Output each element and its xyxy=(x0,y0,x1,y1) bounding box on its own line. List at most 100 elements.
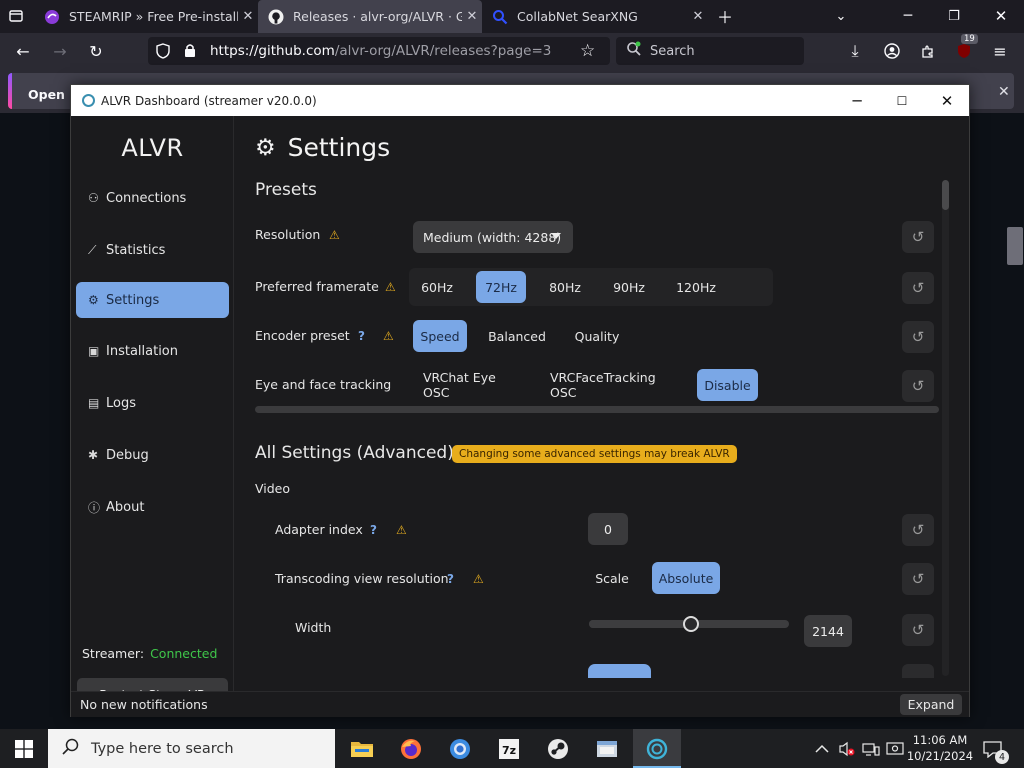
alvr-app-icon xyxy=(82,94,95,107)
framerate-option-72hz[interactable]: 72Hz xyxy=(476,271,526,303)
firefox-view-icon[interactable] xyxy=(2,2,30,30)
search-bar[interactable]: Search xyxy=(616,37,804,65)
reset-width-button[interactable]: ↺ xyxy=(902,614,934,646)
app-window-icon[interactable] xyxy=(583,729,631,768)
steam-icon[interactable] xyxy=(534,729,582,768)
tab-searxng[interactable]: CollabNet SearXNG ✕ xyxy=(482,0,708,33)
sidebar: ALVR ⚇ Connections ⟋ Statistics ⚙ Settin… xyxy=(71,116,234,711)
windows-start-icon[interactable] xyxy=(0,729,48,768)
sidebar-item-installation[interactable]: ▣ Installation xyxy=(76,333,229,369)
framerate-option-120hz[interactable]: 120Hz xyxy=(667,271,725,303)
downloads-icon[interactable]: ⤓ xyxy=(841,37,869,65)
framerate-option-80hz[interactable]: 80Hz xyxy=(540,271,590,303)
encoder-preset-label: Encoder preset xyxy=(255,328,350,343)
presets-horizontal-scrollbar[interactable] xyxy=(255,406,939,413)
close-tab-icon[interactable]: ✕ xyxy=(238,9,258,24)
resolution-label: Resolution xyxy=(255,227,321,242)
sidebar-item-logs[interactable]: ▤ Logs xyxy=(76,385,229,421)
framerate-option-60hz[interactable]: 60Hz xyxy=(413,271,461,303)
reset-adapter-index-button[interactable]: ↺ xyxy=(902,514,934,546)
resolution-dropdown[interactable]: Medium (width: 4288) xyxy=(413,221,573,253)
help-icon[interactable]: ? xyxy=(358,329,365,343)
reset-transcoding-button[interactable]: ↺ xyxy=(902,563,934,595)
window-minimize-icon[interactable]: ─ xyxy=(834,85,880,116)
logs-icon: ▤ xyxy=(88,396,100,410)
taskbar-search-box[interactable]: Type here to search xyxy=(48,729,335,768)
reset-framerate-button[interactable]: ↺ xyxy=(902,272,934,304)
show-hidden-icons-chevron[interactable] xyxy=(815,729,829,768)
network-icon[interactable] xyxy=(862,729,880,768)
browser-tab-bar: STEAMRIP » Free Pre-installed St ✕ Relea… xyxy=(0,0,1024,33)
encoder-option-speed[interactable]: Speed xyxy=(413,320,467,352)
video-section-label: Video xyxy=(255,481,291,496)
tab-steamrip[interactable]: STEAMRIP » Free Pre-installed St ✕ xyxy=(34,0,258,33)
reset-tracking-button[interactable]: ↺ xyxy=(902,370,934,402)
extensions-icon[interactable] xyxy=(914,37,942,65)
shield-icon[interactable] xyxy=(156,43,170,63)
sidebar-item-connections[interactable]: ⚇ Connections xyxy=(76,180,229,216)
window-titlebar[interactable]: ALVR Dashboard (streamer v20.0.0) ─ ☐ ✕ xyxy=(71,85,969,116)
notification-status-bar: No new notifications Expand xyxy=(71,691,969,717)
firefox-icon[interactable] xyxy=(387,729,435,768)
url-bar[interactable]: https://github.com/alvr-org/ALVR/release… xyxy=(148,37,610,65)
transcoding-option-absolute[interactable]: Absolute xyxy=(652,562,720,594)
minimize-icon[interactable]: ─ xyxy=(894,2,922,30)
close-window-icon[interactable]: ✕ xyxy=(987,2,1015,30)
expand-button[interactable]: Expand xyxy=(900,694,962,715)
tracking-option-vrchat-eye-osc[interactable]: VRChat Eye OSC xyxy=(413,369,525,401)
tracking-option-disable[interactable]: Disable xyxy=(697,369,758,401)
help-icon[interactable]: ? xyxy=(447,572,454,586)
window-maximize-icon[interactable]: ☐ xyxy=(879,85,925,116)
sidebar-item-debug[interactable]: ✱ Debug xyxy=(76,437,229,473)
transcoding-option-scale[interactable]: Scale xyxy=(588,562,636,594)
new-tab-icon[interactable]: ＋ xyxy=(711,2,739,30)
back-icon[interactable]: ← xyxy=(9,37,37,65)
taskbar-clock[interactable]: 11:06 AM 10/21/2024 xyxy=(906,732,974,764)
width-value-input[interactable]: 2144 xyxy=(804,615,852,647)
ublock-extension-icon[interactable]: 19 xyxy=(950,34,978,65)
bookmark-star-icon[interactable]: ☆ xyxy=(580,41,595,61)
reload-icon[interactable]: ↻ xyxy=(82,37,110,65)
close-tab-icon[interactable]: ✕ xyxy=(462,9,482,24)
tracking-option-vrcfacetracking-osc[interactable]: VRCFaceTracking OSC xyxy=(540,369,682,401)
file-explorer-icon[interactable] xyxy=(338,729,386,768)
width-slider[interactable] xyxy=(589,616,789,632)
adapter-index-input[interactable]: 0 xyxy=(588,513,628,545)
display-icon[interactable] xyxy=(886,729,904,768)
lock-icon[interactable] xyxy=(184,43,196,62)
warning-icon: ⚠ xyxy=(383,329,394,343)
reset-encoder-button[interactable]: ↺ xyxy=(902,321,934,353)
page-scrollbar-thumb[interactable] xyxy=(1007,227,1023,265)
sidebar-item-settings[interactable]: ⚙ Settings xyxy=(76,282,229,318)
close-notification-icon[interactable]: ✕ xyxy=(998,84,1010,100)
width-slider-handle[interactable] xyxy=(683,616,699,632)
scrollbar-thumb[interactable] xyxy=(942,180,949,210)
menu-hamburger-icon[interactable]: ≡ xyxy=(986,37,1014,65)
search-engine-icon[interactable] xyxy=(626,41,642,61)
forward-icon[interactable]: → xyxy=(46,37,74,65)
7zip-icon[interactable]: 7z xyxy=(485,729,533,768)
sidebar-item-about[interactable]: ⓘ About xyxy=(76,489,229,525)
settings-vertical-scrollbar[interactable] xyxy=(942,180,949,676)
tab-github-releases[interactable]: Releases · alvr-org/ALVR · GitHu ✕ xyxy=(258,0,482,33)
sidebar-item-statistics[interactable]: ⟋ Statistics xyxy=(76,232,229,268)
alvr-taskbar-icon[interactable] xyxy=(633,729,681,768)
chrome-icon[interactable] xyxy=(436,729,484,768)
framerate-option-90hz[interactable]: 90Hz xyxy=(604,271,654,303)
help-icon[interactable]: ? xyxy=(370,523,377,537)
partial-option-button[interactable] xyxy=(588,664,651,678)
partial-reset-button[interactable] xyxy=(902,664,934,678)
list-tabs-chevron-icon[interactable]: ⌄ xyxy=(827,2,855,30)
window-close-icon[interactable]: ✕ xyxy=(924,85,970,116)
bug-icon: ✱ xyxy=(88,448,99,462)
encoder-option-balanced[interactable]: Balanced xyxy=(483,320,551,352)
encoder-option-quality[interactable]: Quality xyxy=(566,320,628,352)
url-text[interactable]: https://github.com/alvr-org/ALVR/release… xyxy=(210,43,551,59)
github-icon xyxy=(268,9,284,25)
close-tab-icon[interactable]: ✕ xyxy=(688,9,708,24)
account-icon[interactable] xyxy=(878,37,906,65)
reset-resolution-button[interactable]: ↺ xyxy=(902,221,934,253)
restore-icon[interactable]: ❐ xyxy=(940,2,968,30)
action-center-icon[interactable]: 4 xyxy=(983,729,1009,768)
volume-muted-icon[interactable] xyxy=(838,729,856,768)
